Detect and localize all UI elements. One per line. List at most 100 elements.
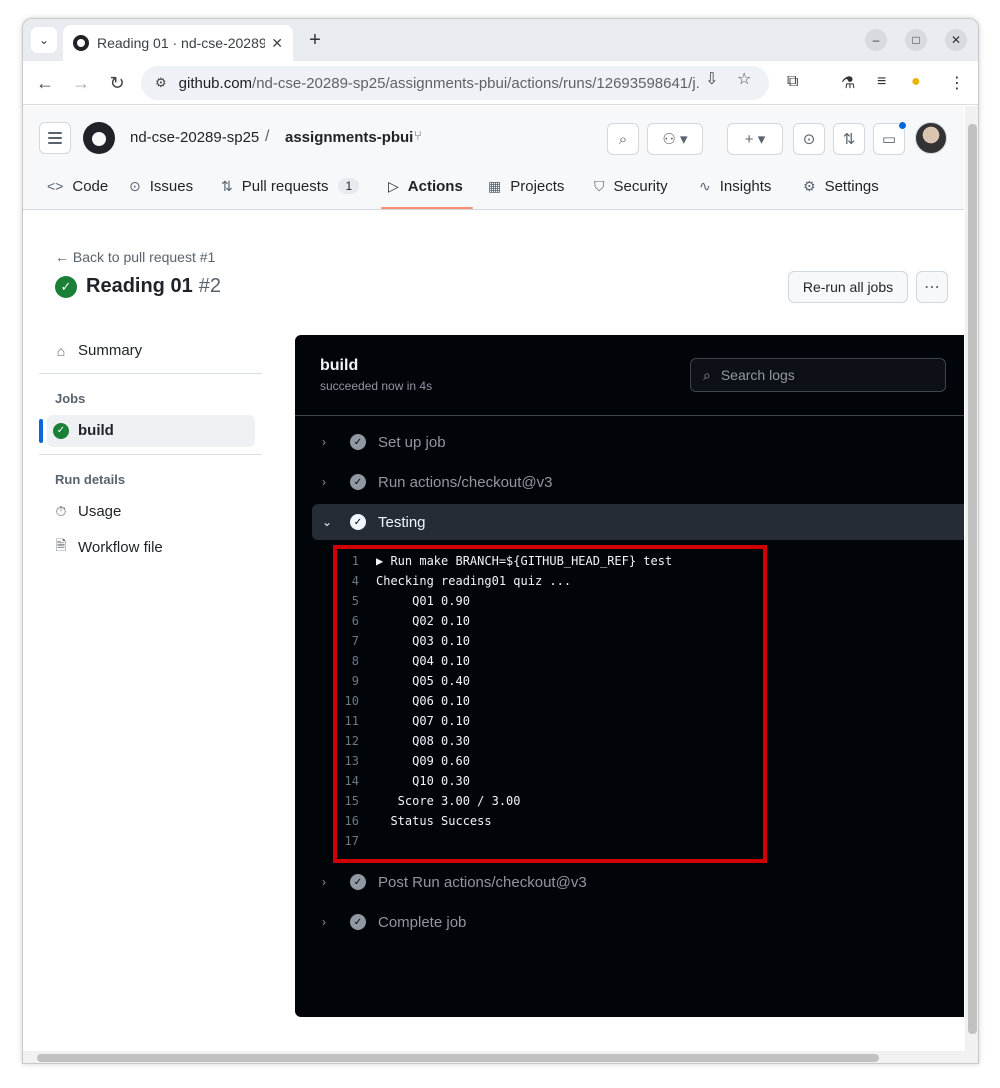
repo-nav: <> Code ⊙ Issues ⇅ Pull requests 1 ▷ Actions … [23,162,964,210]
global-menu-button[interactable] [39,122,71,154]
scrollbar-thumb[interactable] [968,124,977,1034]
back-to-pull-request-link[interactable]: ← Back to pull request #1 [55,249,215,265]
code-icon: <> [47,178,64,194]
url-text: github.com/nd-cse-20289-sp25/assignments… [178,74,699,92]
tab-actions[interactable]: ▷ Actions [388,162,463,210]
copilot-button[interactable]: ⚇ ▾ [647,123,703,155]
job-name: build [320,357,359,374]
breadcrumb-repo[interactable]: assignments-pbui [285,129,413,146]
step-check-icon: ✓ [350,514,366,530]
address-bar[interactable]: ⚙ github.com/nd-cse-20289-sp25/assignmen… [141,66,769,100]
run-title: Reading 01 [86,275,193,297]
issue-icon: ⊙ [129,177,141,194]
sidebar-divider [39,454,262,455]
sidebar-item-summary[interactable]: ⌂ Summary [53,342,142,359]
sidebar-item-build[interactable]: ✓ build [53,422,114,439]
tab-title: Reading 01 · nd-cse-20289-sp25/assignmen… [97,35,266,51]
chevron-right-icon: › [322,875,326,889]
fork-icon: ⑂ [414,128,422,143]
sidebar-heading-jobs: Jobs [55,391,86,406]
pull-requests-icon[interactable]: ⇅ [833,123,865,155]
back-button[interactable]: ← [33,71,57,95]
sidebar-item-usage[interactable]: ⏱ Usage [53,503,122,520]
media-controls-icon[interactable]: ≡ [877,73,886,91]
tab-code[interactable]: <> Code [47,162,108,210]
main-content: ← Back to pull request #1 ✓ Reading 01 #… [23,211,964,1051]
table-icon: ▦ [488,177,502,194]
tab-search-button[interactable]: ⌄ [31,27,57,53]
search-icon: ⌕ [703,366,711,383]
new-tab-button[interactable]: + [303,29,327,53]
file-code-icon: 🗎 [55,537,67,553]
page-title: ✓ Reading 01 #2 [55,275,221,298]
tab-settings[interactable]: ⚙ Settings [803,162,879,210]
github-header: nd-cse-20289-sp25 / assignments-pbui ⑂ ⌕… [23,106,964,210]
browser-menu-icon[interactable]: ⋮ [949,73,965,93]
extensions-icon[interactable]: ⧉ [787,73,798,91]
tab-issues[interactable]: ⊙ Issues [129,162,193,210]
step-check-icon: ✓ [350,914,366,930]
tab-pull-requests[interactable]: ⇅ Pull requests 1 [221,162,360,210]
inbox-button[interactable]: ▭ [873,121,907,155]
forward-button[interactable]: → [69,71,93,95]
browser-window: ⌄ Reading 01 · nd-cse-20289-sp25/assignm… [22,18,979,1064]
tab-security[interactable]: ⛉ Security [594,162,668,210]
chevron-right-icon: › [322,435,326,449]
shield-icon: ⛉ [594,177,605,194]
scrollbar-thumb[interactable] [37,1054,879,1062]
step-set-up-job[interactable]: › ✓ Set up job [312,424,964,460]
create-new-button[interactable]: + ▾ [727,123,783,155]
annotation-highlight-box [333,545,767,863]
breadcrumb-separator: / [265,128,270,145]
log-divider [295,415,964,416]
home-icon: ⌂ [56,342,66,359]
pull-requests-counter: 1 [338,178,360,194]
search-button[interactable]: ⌕ [607,123,639,155]
search-logs-input[interactable]: ⌕ Search logs [690,358,946,392]
tab-strip: ⌄ Reading 01 · nd-cse-20289-sp25/assignm… [23,19,978,61]
step-check-icon: ✓ [350,874,366,890]
tab-insights[interactable]: ∿ Insights [699,162,771,210]
vertical-scrollbar[interactable] [965,106,978,1052]
reload-button[interactable]: ↻ [105,71,129,95]
step-check-icon: ✓ [350,474,366,490]
bookmark-star-icon[interactable]: ☆ [737,69,751,89]
minimize-button[interactable]: – [865,29,887,51]
more-options-button[interactable]: ⋯ [916,271,948,303]
job-status: succeeded now in 4s [320,379,433,393]
sidebar-item-workflow-file[interactable]: 🗎 Workflow file [53,535,162,559]
browser-tab[interactable]: Reading 01 · nd-cse-20289-sp25/assignmen… [63,25,293,61]
selected-marker [39,419,43,443]
browser-toolbar: ← → ↻ ⚙ github.com/nd-cse-20289-sp25/ass… [23,61,978,105]
step-checkout[interactable]: › ✓ Run actions/checkout@v3 [312,464,964,500]
success-check-icon: ✓ [53,422,69,439]
profile-icon[interactable]: ● [911,73,921,91]
gear-icon: ⚙ [803,177,816,194]
step-check-icon: ✓ [350,434,366,450]
step-complete-job[interactable]: › ✓ Complete job [312,904,964,940]
notification-dot [898,121,907,130]
labs-flask-icon[interactable]: ⚗ [841,73,855,93]
rerun-all-jobs-button[interactable]: Re-run all jobs [788,271,908,303]
breadcrumb-owner[interactable]: nd-cse-20289-sp25 [130,129,259,146]
play-icon: ▷ [388,177,399,194]
horizontal-scrollbar[interactable] [23,1051,978,1063]
tab-projects[interactable]: ▦ Projects [488,162,564,210]
step-testing[interactable]: ⌄ ✓ Testing [312,504,964,540]
site-info-icon[interactable]: ⚙ [155,75,167,91]
chevron-down-icon: ⌄ [322,515,333,529]
sidebar-heading-run-details: Run details [55,472,126,487]
github-favicon-icon [73,35,89,51]
user-avatar[interactable] [915,122,947,154]
chevron-right-icon: › [322,475,326,489]
step-post-checkout[interactable]: › ✓ Post Run actions/checkout@v3 [312,864,964,900]
issues-icon[interactable]: ⊙ [793,123,825,155]
graph-icon: ∿ [699,177,711,194]
github-logo-icon[interactable] [83,122,115,154]
close-window-button[interactable]: ✕ [945,29,967,51]
active-tab-underline [381,207,473,209]
tab-close-icon[interactable]: ✕ [271,35,283,52]
install-app-icon[interactable]: ⇩ [705,69,718,89]
chevron-right-icon: › [322,915,326,929]
maximize-button[interactable]: □ [905,29,927,51]
